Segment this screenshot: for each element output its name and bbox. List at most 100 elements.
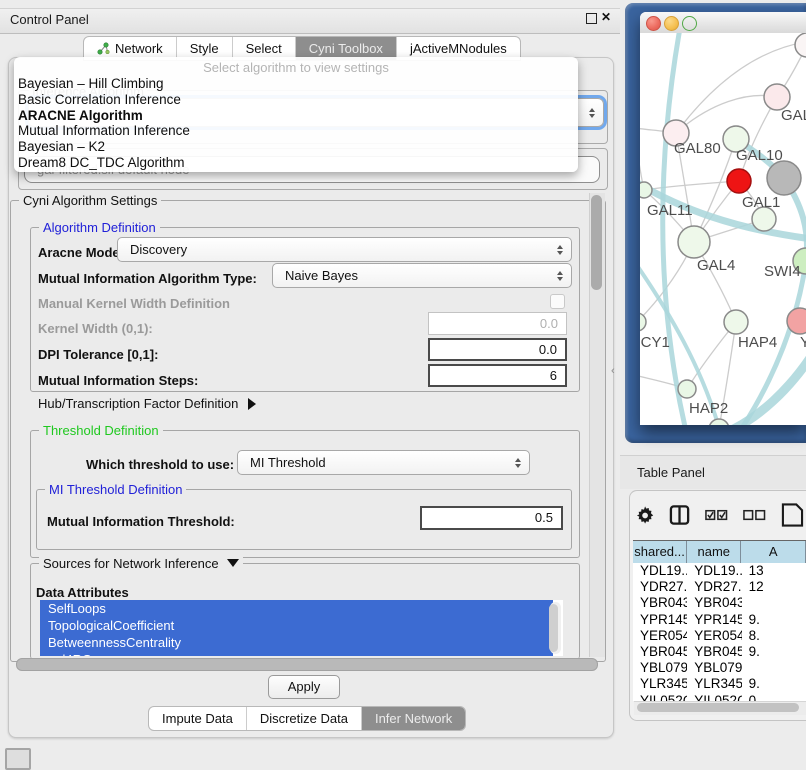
splitter-collapse-icon[interactable]: ‹ — [611, 365, 615, 377]
attribute-item[interactable]: BetweennessCentrality — [40, 634, 553, 651]
table-row[interactable]: YER054CYER054C8. — [633, 628, 806, 644]
minimize-traffic-light[interactable] — [664, 16, 679, 31]
attr-list-scrollbar[interactable] — [550, 602, 561, 654]
mi-steps-field[interactable]: 6 — [428, 364, 567, 387]
manual-kernel-checkbox[interactable] — [550, 294, 565, 309]
column-header[interactable]: shared... — [633, 541, 687, 563]
table-cell: YPR145W — [687, 612, 741, 628]
table-row[interactable]: YDR27...YDR27...12 — [633, 579, 806, 595]
table-row[interactable]: YPR145WYPR145W9. — [633, 612, 806, 628]
network-node[interactable] — [767, 161, 801, 195]
table-row[interactable]: YBL079WYBL079W — [633, 660, 806, 676]
network-icon — [97, 42, 110, 55]
table-scroll-thumb[interactable] — [637, 703, 799, 712]
network-node-gcy1[interactable] — [640, 313, 646, 331]
algorithm-option[interactable]: Dream8 DC_TDC Algorithm — [14, 155, 578, 171]
sources-legend[interactable]: Sources for Network Inference — [39, 556, 243, 571]
column-header[interactable]: A — [741, 541, 806, 563]
network-node-hap2[interactable] — [678, 380, 696, 398]
gear-icon[interactable] — [636, 506, 654, 525]
algorithm-option[interactable]: Basic Correlation Inference — [14, 92, 578, 108]
stepper-icon — [557, 271, 563, 281]
tab-impute-data[interactable]: Impute Data — [149, 707, 247, 730]
aracne-mode-combo[interactable]: Discovery — [117, 237, 572, 262]
mi-type-label: Mutual Information Algorithm Type: — [38, 271, 257, 286]
sources-title: Sources for Network Inference — [43, 556, 219, 571]
column-header[interactable]: name — [687, 541, 741, 563]
algorithm-option[interactable]: ARACNE Algorithm — [14, 108, 578, 124]
table-cell: YDR27... — [633, 579, 687, 595]
mi-type-combo[interactable]: Naive Bayes — [272, 263, 572, 288]
mi-steps-label: Mutual Information Steps: — [38, 373, 198, 388]
table-cell — [742, 660, 806, 676]
close-icon[interactable]: ✕ — [601, 10, 611, 24]
node-label: GAL10 — [736, 147, 783, 164]
algorithm-option[interactable]: Bayesian – Hill Climbing — [14, 76, 578, 92]
table-header: shared...nameA — [633, 540, 806, 564]
show-columns-icon[interactable] — [705, 509, 728, 522]
table-toolbar — [636, 498, 806, 532]
table-cell: YIL052C — [633, 693, 687, 702]
network-node-gal11[interactable] — [640, 182, 652, 198]
tab-label: Select — [246, 41, 282, 56]
network-node-hap4[interactable] — [724, 310, 748, 334]
new-table-icon[interactable] — [781, 502, 806, 528]
algorithm-option[interactable]: Mutual Information Inference — [14, 123, 578, 139]
table-cell: 0. — [742, 693, 806, 702]
table-cell: YPR145W — [633, 612, 687, 628]
panel-dock-icon[interactable] — [5, 748, 31, 770]
node-label: SWI4 — [764, 263, 801, 280]
bottom-tab-bar: Impute DataDiscretize DataInfer Network — [148, 706, 466, 731]
algorithm-option[interactable]: Bayesian – K2 — [14, 139, 578, 155]
table-cell: YBR043C — [633, 595, 687, 611]
control-panel-title: Control Panel — [10, 12, 89, 27]
tab-discretize-data[interactable]: Discretize Data — [247, 707, 362, 730]
table-cell: YER054C — [687, 628, 741, 644]
close-traffic-light[interactable] — [646, 16, 661, 31]
attribute-item[interactable]: gal4RGexp — [40, 651, 553, 656]
control-panel-titlebar — [0, 8, 620, 34]
table-row[interactable]: YLR345WYLR345W9. — [633, 676, 806, 692]
attribute-item[interactable]: TopologicalCoefficient — [40, 617, 553, 634]
network-node[interactable] — [795, 33, 806, 57]
algorithm-popup: Select algorithm to view settings Bayesi… — [14, 57, 578, 172]
hub-definition-toggle[interactable]: Hub/Transcription Factor Definition — [38, 396, 256, 411]
attribute-item[interactable]: SelfLoops — [40, 600, 553, 617]
apply-button[interactable]: Apply — [268, 675, 340, 699]
columns-icon[interactable] — [669, 504, 690, 526]
table-row[interactable]: YBR043CYBR043C — [633, 595, 806, 611]
settings-horizontal-scrollbar[interactable] — [16, 658, 598, 671]
node-label: GAL4 — [697, 257, 735, 274]
mi-type-value: Naive Bayes — [285, 268, 358, 283]
settings-scroll-thumb[interactable] — [591, 195, 602, 290]
network-node[interactable] — [727, 169, 751, 193]
network-node[interactable] — [709, 419, 729, 425]
hide-columns-icon[interactable] — [743, 509, 766, 522]
network-node-y[interactable] — [787, 308, 806, 334]
network-node-gal4[interactable] — [678, 226, 710, 258]
mi-threshold-field[interactable]: 0.5 — [420, 506, 563, 530]
table-row[interactable]: YDL19...YDL19...13 — [633, 563, 806, 579]
node-label: Y — [800, 334, 806, 351]
dpi-tolerance-field[interactable]: 0.0 — [428, 338, 567, 361]
table-cell — [742, 595, 806, 611]
kernel-width-field[interactable]: 0.0 — [428, 312, 567, 335]
which-threshold-combo[interactable]: MI Threshold — [237, 450, 530, 475]
node-label: GAL1 — [742, 194, 780, 211]
network-canvas[interactable]: GALGAL80GAL10GAL1GAL11GAL4SWI4GCY1HAP4YH… — [640, 33, 806, 425]
table-cell: 9. — [742, 676, 806, 692]
hub-definition-label: Hub/Transcription Factor Definition — [38, 396, 238, 411]
table-row[interactable]: YIL052CYIL052C0. — [633, 693, 806, 702]
window-float-icon[interactable] — [586, 13, 597, 24]
kernel-width-label: Kernel Width (0,1): — [38, 321, 153, 336]
expand-down-icon — [227, 559, 239, 567]
stepper-icon — [589, 108, 595, 118]
tab-infer-network[interactable]: Infer Network — [362, 707, 465, 730]
table-row[interactable]: YBR045CYBR045C9. — [633, 644, 806, 660]
table-cell: YER054C — [633, 628, 687, 644]
tab-label: Style — [190, 41, 219, 56]
stepper-icon — [557, 245, 563, 255]
network-window-titlebar[interactable] — [640, 12, 806, 34]
zoom-traffic-light[interactable] — [682, 16, 697, 31]
node-label: GAL80 — [674, 140, 721, 157]
